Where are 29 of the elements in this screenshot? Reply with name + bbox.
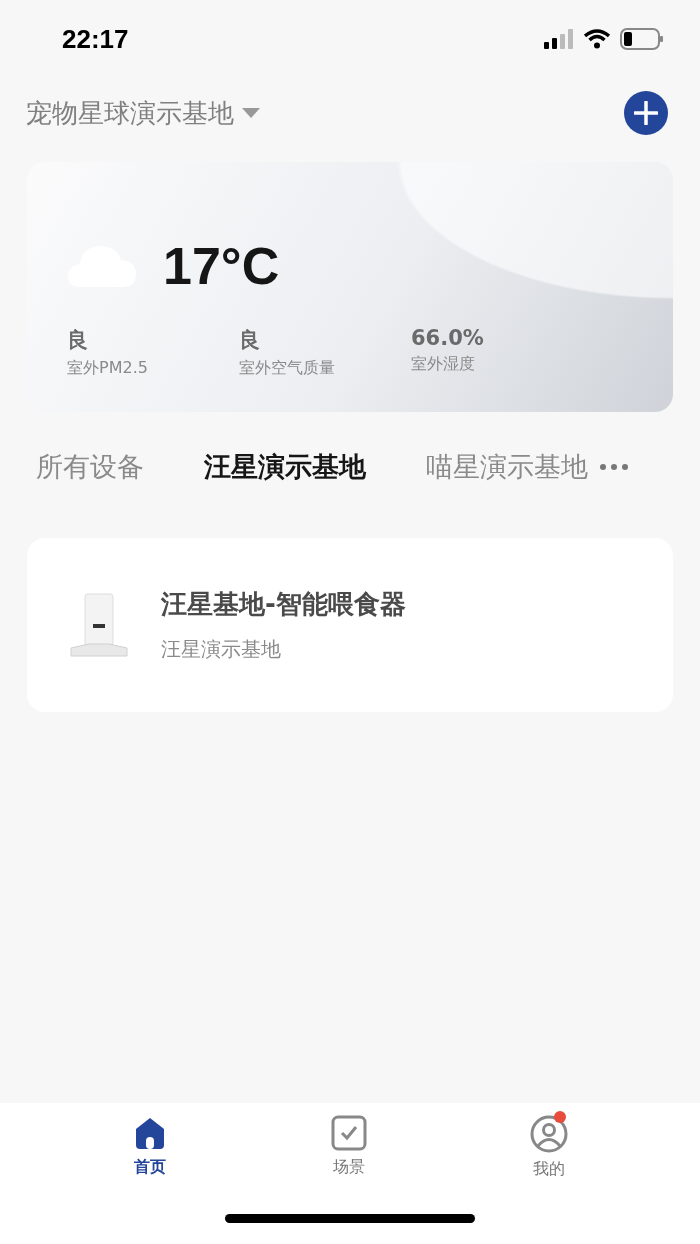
wifi-icon	[584, 29, 610, 49]
room-tab[interactable]: 汪星演示基地	[204, 449, 366, 485]
metric-label: 室外湿度	[411, 354, 476, 375]
home-selector[interactable]: 宠物星球演示基地	[26, 95, 260, 131]
user-icon	[530, 1115, 569, 1153]
more-button[interactable]	[600, 464, 628, 470]
signal-icon	[544, 29, 574, 49]
nav-tab[interactable]: 首页	[131, 1115, 168, 1180]
room-tab[interactable]: 喵星演示基地	[426, 449, 588, 485]
room-tab[interactable]: 所有设备	[36, 449, 144, 485]
nav-tab[interactable]: 我的	[530, 1115, 569, 1180]
device-room: 汪星演示基地	[161, 636, 282, 663]
metric-value: 良	[67, 327, 89, 354]
battery-icon	[620, 28, 664, 50]
temperature: 17°C	[163, 236, 280, 296]
device-name: 汪星基地-智能喂食器	[161, 588, 406, 621]
device-card[interactable]: 汪星基地-智能喂食器 汪星演示基地	[27, 538, 673, 712]
checkbox-icon	[331, 1115, 367, 1151]
add-button[interactable]	[624, 91, 668, 135]
metric-value: 良	[239, 327, 261, 354]
ellipsis-icon	[600, 464, 628, 470]
metric-value: 66.0%	[411, 326, 485, 350]
feeder-icon	[69, 592, 129, 658]
metric-label: 室外PM2.5	[67, 358, 149, 379]
metric-label: 室外空气质量	[239, 358, 336, 379]
nav-tab[interactable]: 场景	[331, 1115, 367, 1180]
status-time: 22:17	[62, 23, 129, 55]
plus-icon	[634, 101, 658, 125]
caret-icon	[242, 108, 260, 118]
